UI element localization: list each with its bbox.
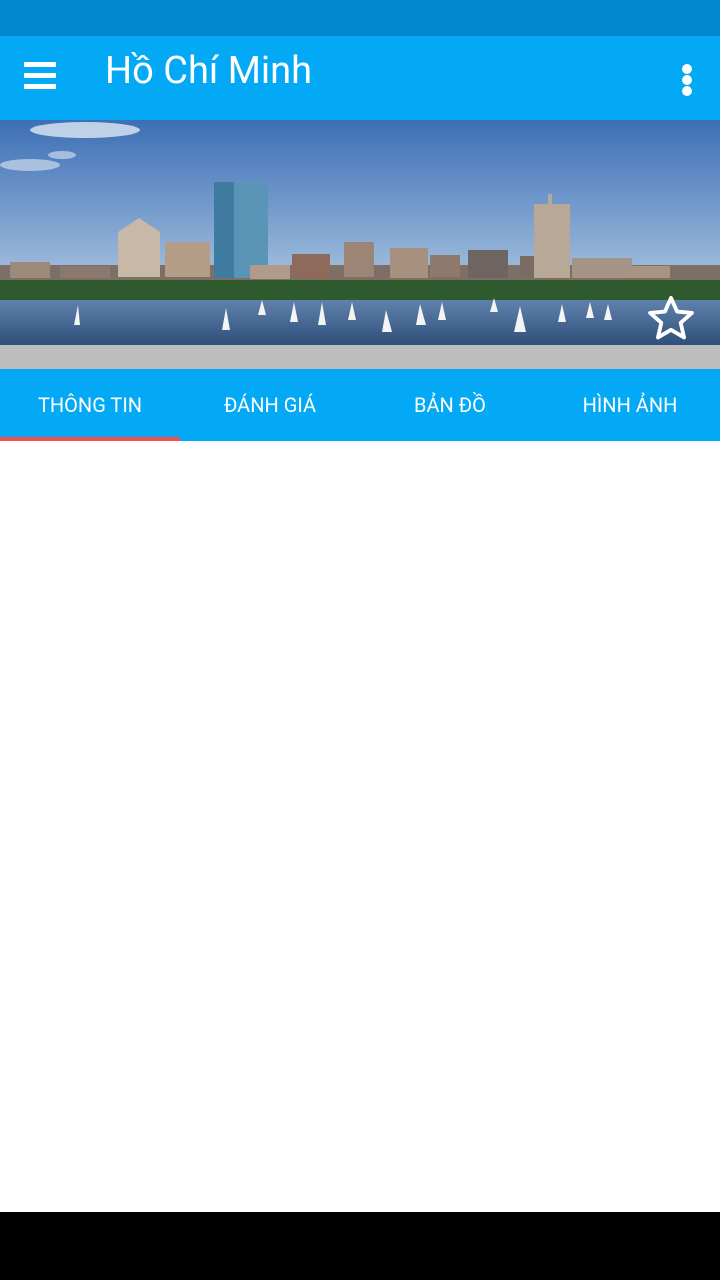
more-vert-icon[interactable] (672, 60, 702, 100)
divider-strip (0, 345, 720, 369)
tab-ban-do[interactable]: BẢN ĐỒ (360, 369, 540, 441)
tab-thong-tin[interactable]: THÔNG TIN (0, 369, 180, 441)
page-title: Hồ Chí Minh (105, 49, 313, 93)
tab-danh-gia[interactable]: ĐÁNH GIÁ (180, 369, 360, 441)
hamburger-menu-icon[interactable] (24, 60, 56, 92)
star-outline-icon[interactable] (644, 292, 698, 346)
tab-hinh-anh[interactable]: HÌNH ẢNH (540, 369, 720, 441)
tab-label: THÔNG TIN (37, 393, 143, 417)
tab-label: ĐÁNH GIÁ (223, 393, 317, 417)
tab-label: BẢN ĐỒ (414, 393, 486, 417)
tab-bar: THÔNG TIN ĐÁNH GIÁ BẢN ĐỒ HÌNH ẢNH (0, 369, 720, 441)
tab-content-area (0, 441, 720, 1212)
system-navigation-bar (0, 1212, 720, 1280)
tab-label: HÌNH ẢNH (582, 393, 678, 417)
city-banner-image (0, 120, 720, 345)
app-bar: Hồ Chí Minh (0, 36, 720, 120)
status-bar (0, 0, 720, 36)
